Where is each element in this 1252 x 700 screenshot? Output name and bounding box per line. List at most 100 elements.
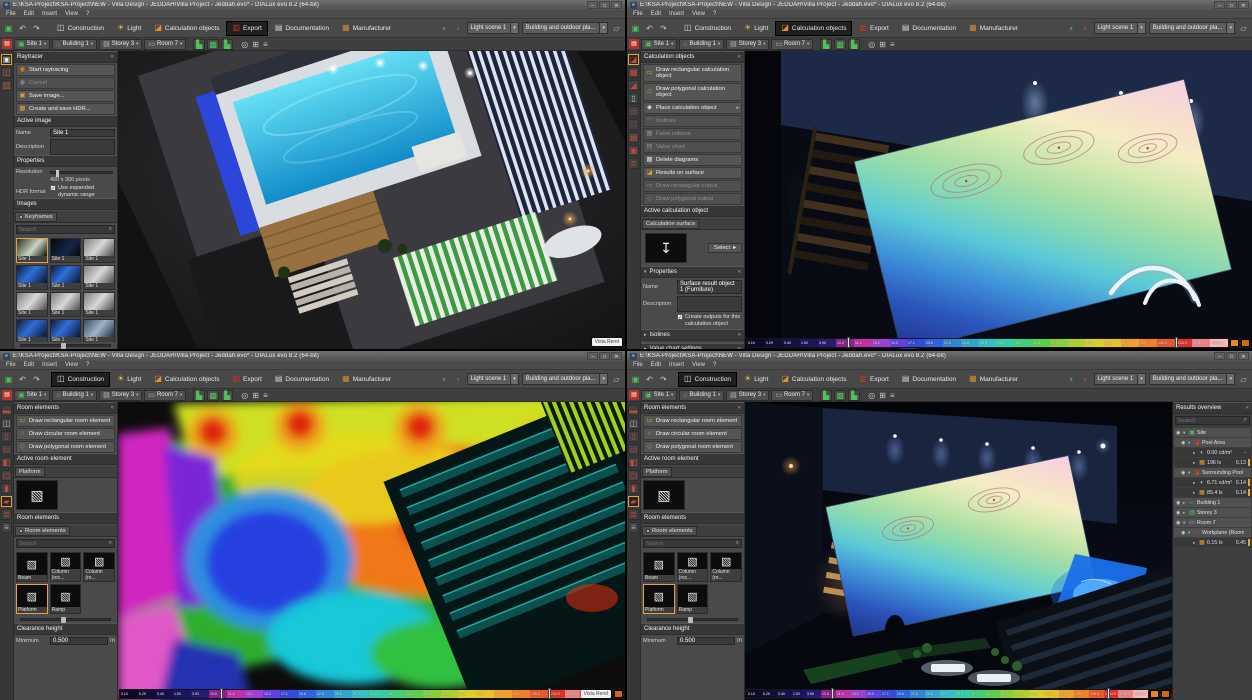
menu-item[interactable]: Insert — [42, 11, 57, 17]
save-icon[interactable]: ▣ — [630, 23, 641, 34]
save-icon[interactable]: ▣ — [630, 374, 641, 385]
mode-tab[interactable]: ◪ Calculation objects — [775, 21, 852, 36]
maximize-button[interactable]: □ — [1226, 352, 1237, 360]
breadcrumb-item[interactable]: ▤ Storey 3 ▾ — [726, 39, 769, 50]
overflow-color-low[interactable] — [1150, 690, 1159, 698]
menu-item[interactable]: File — [633, 362, 643, 368]
lamp-tool-icon[interactable]: ▙ — [221, 390, 233, 401]
minimize-button[interactable]: – — [1214, 352, 1225, 360]
element-tile[interactable]: ▧ Ramp — [50, 584, 82, 614]
panel-button[interactable]: ◠ Isolines — [643, 115, 742, 127]
scale-handle[interactable] — [548, 688, 551, 699]
light-scene-on-icon[interactable]: ▩ — [207, 390, 219, 401]
collapsed-section-header[interactable]: ▸ Isolines « — [641, 329, 744, 341]
menu-item[interactable]: Edit — [651, 362, 661, 368]
image-thumbnail[interactable]: Site 1 — [83, 292, 115, 317]
panel-button[interactable]: ▣ Save image... — [16, 90, 115, 102]
breadcrumb-item[interactable]: ▣ Site 1 ▾ — [641, 390, 677, 401]
calc-cylinder-tool-icon[interactable]: ▯ — [628, 93, 639, 104]
expander-icon[interactable]: ▾ — [1183, 520, 1187, 526]
maximize-button[interactable]: □ — [1226, 1, 1237, 9]
slider-handle[interactable] — [688, 617, 693, 623]
roof-tool-icon[interactable]: ◧ — [628, 457, 639, 468]
cad-toggle-icon[interactable]: ▫ — [439, 23, 450, 34]
image-description-field[interactable] — [50, 139, 115, 155]
view-options-icon[interactable]: ≡ — [263, 391, 268, 400]
section-header[interactable]: ▾Properties« — [641, 266, 744, 278]
breadcrumb-item[interactable]: ⌂ Building 1 ▾ — [52, 390, 97, 401]
tile-zoom-slider[interactable] — [647, 618, 738, 621]
mode-tab[interactable]: ◪ Calculation objects — [148, 21, 225, 36]
expander-icon[interactable]: ▾ — [1183, 430, 1187, 436]
collapse-icon[interactable]: « — [738, 269, 741, 275]
slab-tool-icon[interactable]: ▭ — [628, 444, 639, 455]
window-tool-icon[interactable]: ▯ — [628, 431, 639, 442]
light-scene-select[interactable]: Light scene 1 ▾ — [467, 373, 519, 385]
results-tree-row[interactable]: ◉ ▾ ▣ Site — [1174, 428, 1251, 437]
panel-button[interactable]: ◇ Draw polygonal calculation object — [643, 83, 742, 101]
stairs-tool-icon[interactable]: ≣ — [1, 509, 12, 520]
tab-keyframes[interactable]: Keyframes — [15, 212, 57, 222]
menu-item[interactable]: File — [633, 11, 643, 17]
panel-button[interactable]: ○ Draw circular room element — [643, 428, 742, 440]
hdr-checkbox[interactable]: ✓ Use expanded dynamic range — [50, 185, 115, 198]
fit-view-icon[interactable]: ⊞ — [879, 40, 886, 49]
plan-view-select[interactable]: Building and outdoor pla... ▾ — [1149, 373, 1235, 385]
save-icon[interactable]: ▣ — [3, 374, 14, 385]
panel-button[interactable]: ◇ Draw polygonal room element — [643, 441, 742, 453]
element-tile[interactable]: ▧ Beam — [643, 552, 675, 582]
panel-button[interactable]: ▭ Draw rectangular room element — [16, 415, 115, 427]
calc-object-name-field[interactable]: Surface result object 1 (Furniture) — [677, 280, 742, 294]
viewport-3d[interactable]: Vista Rend — [118, 51, 625, 349]
eye-icon[interactable]: ◉ — [1181, 470, 1186, 476]
railing-tool-icon[interactable]: ≡ — [628, 522, 639, 533]
overflow-color-high[interactable] — [614, 690, 623, 698]
record-icon[interactable]: ▪ — [453, 374, 464, 385]
calc-points-tool-icon[interactable]: ∷ — [628, 119, 639, 130]
opening-tool-icon[interactable]: ▢ — [628, 470, 639, 481]
tile-zoom-slider[interactable] — [20, 618, 111, 621]
collapse-icon[interactable]: « — [738, 54, 741, 60]
collapsed-section-header[interactable]: ▸ Value chart settings « — [641, 343, 744, 349]
record-icon[interactable]: ▪ — [1080, 374, 1091, 385]
mode-tab[interactable]: ▥ Export — [853, 372, 894, 387]
expander-icon[interactable]: ▸ — [1193, 540, 1197, 546]
lamp-tool-icon[interactable]: ▙ — [848, 390, 860, 401]
view-options-icon[interactable]: ≡ — [890, 40, 895, 49]
collapse-icon[interactable]: « — [1246, 405, 1249, 411]
image-thumbnail[interactable]: Site 1 — [50, 319, 82, 342]
image-name-field[interactable]: Site 1 — [50, 129, 115, 137]
undo-icon[interactable]: ↶ — [644, 23, 655, 34]
platform-tool-icon[interactable]: ▰ — [628, 496, 639, 507]
element-tile[interactable]: ▧ Platform — [643, 584, 675, 614]
record-icon[interactable]: ▪ — [453, 23, 464, 34]
mode-tab[interactable]: ▦ Manufacturer — [963, 372, 1024, 387]
active-mode-icon[interactable]: ▤ — [629, 390, 639, 400]
breadcrumb-item[interactable]: ▣ Site 1 ▾ — [14, 39, 50, 50]
results-tree-row[interactable]: ◉ ▾ ▱ Workplane (Room 7) — [1174, 528, 1251, 537]
mode-tab[interactable]: ◪ Calculation objects — [775, 372, 852, 387]
window-titlebar[interactable]: e E:\KSA-Project\KSA-Project\NEW - Villa… — [627, 0, 1252, 10]
collapse-icon[interactable]: « — [111, 54, 114, 60]
pen-icon[interactable]: ▱ — [1238, 23, 1249, 34]
slider-handle[interactable] — [56, 170, 59, 177]
calc-plane-tool-icon[interactable]: ▤ — [628, 132, 639, 143]
menu-item[interactable]: ? — [86, 11, 89, 17]
door-tool-icon[interactable]: ◫ — [628, 418, 639, 429]
element-tile[interactable]: ▧ Beam — [16, 552, 48, 582]
breadcrumb-item[interactable]: ⌂ Building 1 ▾ — [679, 39, 724, 50]
light-scene-on-icon[interactable]: ▩ — [207, 39, 219, 50]
mode-tab[interactable]: ▦ Manufacturer — [336, 372, 397, 387]
lamp-tool-icon[interactable]: ▙ — [221, 39, 233, 50]
menu-item[interactable]: View — [65, 362, 78, 368]
stairs-tool-icon[interactable]: ≣ — [628, 509, 639, 520]
collapse-icon[interactable]: « — [738, 405, 741, 411]
panel-button[interactable]: ▦ Create and save HDR... — [16, 103, 115, 115]
calc-object-description-field[interactable] — [677, 296, 742, 312]
image-thumbnail[interactable]: Site 1 — [16, 319, 48, 342]
panel-button[interactable]: ▭ Draw rectangular room element — [643, 415, 742, 427]
cad-toggle-icon[interactable]: ▫ — [439, 374, 450, 385]
orbit-view-icon[interactable]: ◎ — [241, 40, 248, 49]
scale-handle[interactable] — [1175, 337, 1178, 348]
breadcrumb-item[interactable]: ⌂ Building 1 ▾ — [679, 390, 724, 401]
